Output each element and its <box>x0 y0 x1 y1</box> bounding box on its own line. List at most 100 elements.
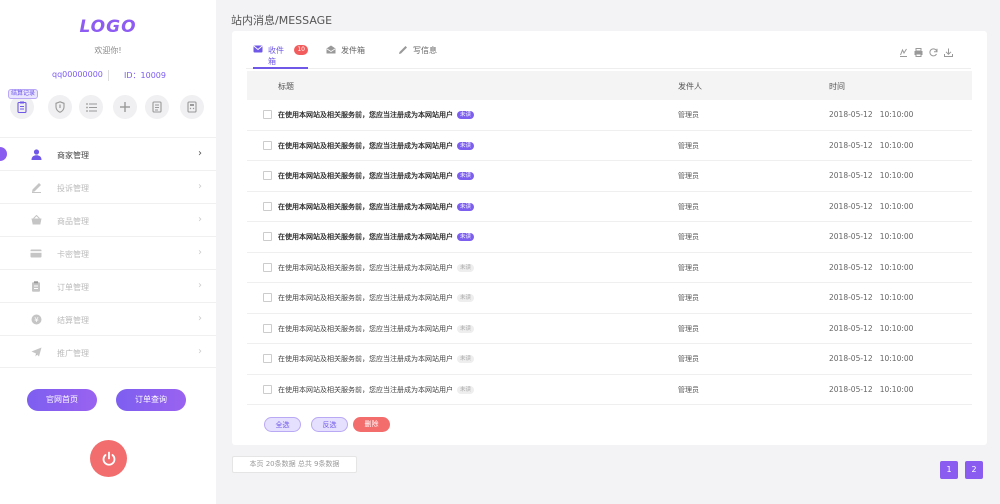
delete-button[interactable]: 删除 <box>353 417 390 432</box>
row-checkbox[interactable] <box>263 323 272 333</box>
message-title[interactable]: 在使用本网站及相关服务前，您应当注册成为本网站用户 未读 <box>278 202 475 212</box>
home-button[interactable]: 官网首页 <box>27 389 97 411</box>
row-checkbox[interactable] <box>263 201 272 211</box>
page-button-2[interactable]: 2 <box>965 461 983 479</box>
message-time: 2018-05-12 10:10:00 <box>829 293 914 302</box>
tab-label: 发件箱 <box>341 46 365 55</box>
edit-icon <box>30 181 42 193</box>
message-time: 2018-05-12 10:10:00 <box>829 384 914 394</box>
table-row[interactable]: 在使用本网站及相关服务前，您应当注册成为本网站用户 未读 管理员 2018-05-12… <box>247 222 972 253</box>
sidebar-item-label: 商家管理 <box>57 151 89 160</box>
row-checkbox[interactable] <box>263 384 272 394</box>
user-icon <box>30 148 42 160</box>
table-row[interactable]: 在使用本网站及相关服务前，您应当注册成为本网站用户 未读 管理员 2018-05-12… <box>247 314 972 344</box>
sidebar-item-label: 卡密管理 <box>57 250 89 259</box>
table-row[interactable]: 在使用本网站及相关服务前，您应当注册成为本网站用户 未读 管理员 2018-05-12… <box>247 253 972 283</box>
table-row[interactable]: 在使用本网站及相关服务前，您应当注册成为本网站用户 未读 管理员 2018-05-12… <box>247 131 972 161</box>
message-sender: 管理员 <box>678 263 699 272</box>
sidebar-item-complaints[interactable]: 投诉管理 › <box>0 170 216 203</box>
row-checkbox[interactable] <box>263 232 272 241</box>
tab-bar: 收件箱 10 发件箱 写信息 <box>246 31 971 69</box>
status-badge: 未读 <box>457 141 475 150</box>
table-row[interactable]: 在使用本网站及相关服务前，您应当注册成为本网站用户 未读 管理员 2018-05-12… <box>247 100 972 131</box>
page-button-1[interactable]: 1 <box>940 461 958 479</box>
columns-icon[interactable] <box>899 48 908 59</box>
message-title[interactable]: 在使用本网站及相关服务前，您应当注册成为本网站用户 未读 <box>278 263 475 273</box>
message-time: 2018-05-12 10:10:00 <box>829 354 914 363</box>
message-title[interactable]: 在使用本网站及相关服务前，您应当注册成为本网站用户 未读 <box>278 324 475 334</box>
status-badge: 未读 <box>457 294 475 302</box>
table-row[interactable]: 在使用本网站及相关服务前，您应当注册成为本网站用户 未读 管理员 2018-05-12… <box>247 344 972 375</box>
table-header: 标题 发件人 时间 <box>247 71 972 100</box>
row-checkbox[interactable] <box>263 140 272 150</box>
welcome-text: 欢迎你! <box>94 46 122 55</box>
sidebar-item-products[interactable]: 商品管理 › <box>0 203 216 236</box>
calculator-icon[interactable] <box>180 95 204 119</box>
shield-icon[interactable] <box>48 95 72 119</box>
outbox-icon <box>326 45 336 57</box>
invert-selection-button[interactable]: 反选 <box>311 417 348 432</box>
sidebar-item-cards[interactable]: 卡密管理 › <box>0 236 216 269</box>
chevron-right-icon: › <box>198 181 202 192</box>
sidebar-item-label: 订单管理 <box>57 283 89 292</box>
sidebar-item-label: 投诉管理 <box>57 184 89 193</box>
chevron-right-icon: › <box>198 148 202 159</box>
print-icon[interactable] <box>914 48 923 59</box>
status-badge: 未读 <box>457 263 475 272</box>
message-title[interactable]: 在使用本网站及相关服务前，您应当注册成为本网站用户 未读 <box>278 385 475 395</box>
refresh-icon[interactable] <box>929 48 938 59</box>
sidebar-item-label: 商品管理 <box>57 217 89 226</box>
table-row[interactable]: 在使用本网站及相关服务前，您应当注册成为本网站用户 未读 管理员 2018-05-12… <box>247 161 972 192</box>
order-query-button[interactable]: 订单查询 <box>116 389 186 411</box>
message-title[interactable]: 在使用本网站及相关服务前，您应当注册成为本网站用户 未读 <box>278 110 475 120</box>
row-checkbox[interactable] <box>263 262 272 272</box>
table-row[interactable]: 在使用本网站及相关服务前，您应当注册成为本网站用户 未读 管理员 2018-05-12… <box>247 375 972 405</box>
table-row[interactable]: 在使用本网站及相关服务前，您应当注册成为本网站用户 未读 管理员 2018-05-12… <box>247 283 972 314</box>
logo: LOGO <box>79 17 137 37</box>
column-time: 时间 <box>829 82 845 91</box>
row-checkbox[interactable] <box>263 171 272 180</box>
sidebar-item-promotion[interactable]: 推广管理 › <box>0 335 216 368</box>
plus-icon[interactable] <box>113 95 137 119</box>
logout-button[interactable] <box>90 440 127 477</box>
sidebar-menu: 商家管理 › 投诉管理 › 商品管理 › 卡密管理 › 订单管理 › ¥ 结算管… <box>0 137 216 368</box>
message-title-text: 在使用本网站及相关服务前，您应当注册成为本网站用户 <box>278 263 453 272</box>
sidebar-item-orders[interactable]: 订单管理 › <box>0 269 216 302</box>
message-title-text: 在使用本网站及相关服务前，您应当注册成为本网站用户 <box>278 141 453 150</box>
coin-icon: ¥ <box>30 313 42 325</box>
message-title[interactable]: 在使用本网站及相关服务前，您应当注册成为本网站用户 未读 <box>278 354 475 364</box>
tab-compose[interactable]: 写信息 <box>398 45 437 69</box>
power-icon <box>102 451 115 466</box>
message-sender: 管理员 <box>678 385 699 394</box>
message-sender: 管理员 <box>678 111 699 119</box>
chevron-right-icon: › <box>198 280 202 291</box>
message-time: 2018-05-12 10:10:00 <box>829 171 914 180</box>
sidebar-item-merchant[interactable]: 商家管理 › <box>0 137 216 170</box>
user-id: ID：10009 <box>124 71 166 80</box>
download-icon[interactable] <box>944 48 953 59</box>
status-badge: 未读 <box>457 172 475 180</box>
row-checkbox[interactable] <box>263 354 272 363</box>
svg-text:¥: ¥ <box>34 316 39 324</box>
tab-inbox[interactable]: 收件箱 10 <box>253 45 308 69</box>
list-icon[interactable] <box>79 95 103 119</box>
page-title: 站内消息/MESSAGE <box>231 14 333 27</box>
select-all-button[interactable]: 全选 <box>264 417 301 432</box>
message-sender: 管理员 <box>678 202 699 211</box>
tab-label: 写信息 <box>413 46 437 55</box>
sidebar-item-settlement[interactable]: ¥ 结算管理 › <box>0 302 216 335</box>
document-icon[interactable] <box>145 95 169 119</box>
row-checkbox[interactable] <box>263 110 272 119</box>
message-title-text: 在使用本网站及相关服务前，您应当注册成为本网站用户 <box>278 111 453 119</box>
active-indicator <box>0 147 7 161</box>
tab-outbox[interactable]: 发件箱 <box>326 45 365 69</box>
message-title[interactable]: 在使用本网站及相关服务前，您应当注册成为本网站用户 未读 <box>278 141 475 151</box>
message-sender: 管理员 <box>678 141 699 150</box>
message-title[interactable]: 在使用本网站及相关服务前，您应当注册成为本网站用户 未读 <box>278 232 475 242</box>
message-title[interactable]: 在使用本网站及相关服务前，您应当注册成为本网站用户 未读 <box>278 171 475 181</box>
table-row[interactable]: 在使用本网站及相关服务前，您应当注册成为本网站用户 未读 管理员 2018-05-12… <box>247 192 972 222</box>
message-title[interactable]: 在使用本网站及相关服务前，您应当注册成为本网站用户 未读 <box>278 293 475 303</box>
row-checkbox[interactable] <box>263 293 272 302</box>
divider <box>108 70 109 81</box>
message-title-text: 在使用本网站及相关服务前，您应当注册成为本网站用户 <box>278 172 453 180</box>
